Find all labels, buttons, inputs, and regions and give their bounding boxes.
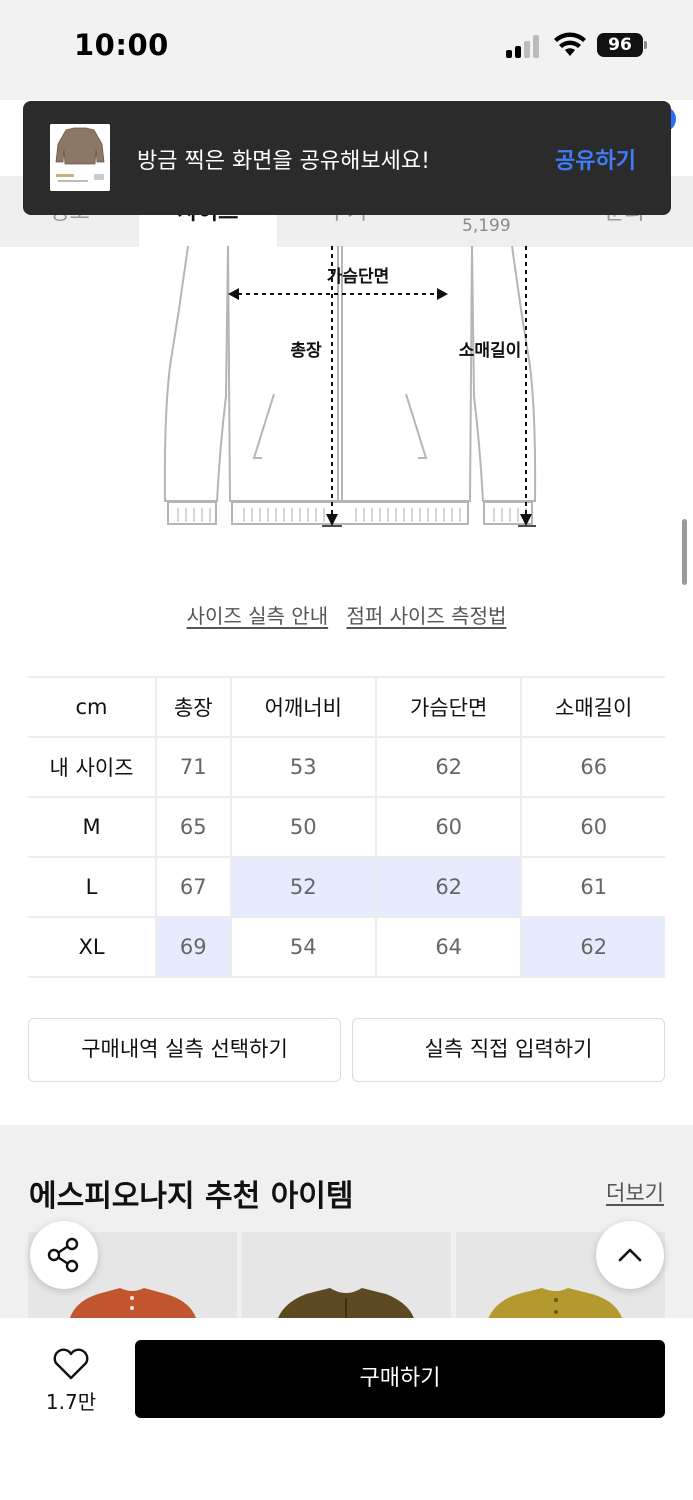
header-sleeve: 소매길이: [520, 676, 665, 738]
chevron-up-icon: [618, 1248, 642, 1262]
share-toast: 방금 찍은 화면을 공유해보세요! 공유하기: [23, 101, 671, 215]
battery-indicator: 96: [597, 33, 643, 57]
wifi-icon: [554, 32, 586, 56]
table-row-m: M 65 50 60 60: [28, 797, 665, 858]
header-chest: 가슴단면: [374, 676, 522, 738]
cell-value: 60: [520, 797, 665, 858]
select-purchase-measure-button[interactable]: 구매내역 실측 선택하기: [28, 1018, 341, 1082]
header-length: 총장: [155, 676, 231, 738]
table-row-xl: XL 69 54 64 62: [28, 917, 665, 978]
heart-icon: [53, 1348, 89, 1380]
row-label: XL: [28, 917, 156, 978]
size-table: cm 총장 어깨너비 가슴단면 소매길이 내 사이즈 71 53 62 66 M…: [28, 676, 665, 978]
recommendation-title: 에스피오나지 추천 아이템: [29, 1179, 354, 1214]
cell-value: 50: [229, 797, 376, 858]
cell-value: 71: [155, 736, 231, 798]
cell-value: 53: [229, 736, 376, 798]
cell-value-highlighted: 69: [155, 917, 231, 978]
cell-value: 66: [520, 736, 665, 798]
cell-value-highlighted: 62: [520, 917, 665, 978]
more-link[interactable]: 더보기: [606, 1177, 664, 1207]
toast-message: 방금 찍은 화면을 공유해보세요!: [137, 149, 430, 174]
row-label: M: [28, 797, 156, 858]
measure-buttons: 구매내역 실측 선택하기 실측 직접 입력하기: [28, 1018, 665, 1082]
size-diagram: 가슴단면 총장 소매길이: [163, 246, 537, 527]
header-shoulder: 어깨너비: [229, 676, 376, 738]
recommended-product[interactable]: [242, 1232, 451, 1325]
size-links: 사이즈 실측 안내 점퍼 사이즈 측정법: [0, 600, 693, 629]
cell-value: 61: [520, 857, 665, 918]
cell-value: 65: [155, 797, 231, 858]
direct-input-measure-button[interactable]: 실측 직접 입력하기: [352, 1018, 665, 1082]
screenshot-thumbnail[interactable]: [50, 124, 110, 191]
cell-value-highlighted: 52: [229, 857, 376, 918]
total-length-label: 총장: [290, 341, 322, 361]
header-unit: cm: [28, 676, 156, 738]
table-row-my-size: 내 사이즈 71 53 62 66: [28, 736, 665, 798]
share-icon: [47, 1237, 79, 1273]
buy-button[interactable]: 구매하기: [135, 1340, 665, 1418]
share-fab[interactable]: [30, 1221, 98, 1289]
cell-value-highlighted: 62: [374, 857, 522, 918]
like-count: 1.7만: [45, 1390, 97, 1414]
table-header-row: cm 총장 어깨너비 가슴단면 소매길이: [28, 676, 665, 738]
cell-value: 67: [155, 857, 231, 918]
cell-value: 60: [374, 797, 522, 858]
battery-tip: [644, 41, 647, 49]
row-label: L: [28, 857, 156, 918]
product-page: 10:00 96 정보 사이즈 후기 문의 5,199: [0, 0, 693, 1500]
sleeve-length-label: 소매길이: [459, 341, 522, 361]
cell-value: 64: [374, 917, 522, 978]
like-button[interactable]: 1.7만: [34, 1344, 108, 1416]
measure-method-link[interactable]: 점퍼 사이즈 측정법: [346, 604, 506, 628]
scroll-top-button[interactable]: [596, 1221, 664, 1289]
scrollbar[interactable]: [682, 519, 687, 585]
cellular-signal-icon: [506, 34, 544, 58]
row-label: 내 사이즈: [28, 736, 156, 798]
brown-knit-image: [242, 1232, 451, 1325]
review-count: 5,199: [462, 216, 511, 236]
status-time: 10:00: [74, 28, 169, 62]
cell-value: 62: [374, 736, 522, 798]
chest-width-label: 가슴단면: [327, 267, 390, 287]
share-button[interactable]: 공유하기: [555, 143, 636, 175]
cell-value: 54: [229, 917, 376, 978]
recommendation-section: 에스피오나지 추천 아이템 더보기: [0, 1125, 693, 1325]
bottom-action-bar: 1.7만 구매하기: [0, 1318, 693, 1500]
table-row-l: L 67 52 62 61: [28, 857, 665, 918]
size-guide-link[interactable]: 사이즈 실측 안내: [187, 604, 329, 628]
status-bar: 10:00 96: [0, 0, 693, 100]
